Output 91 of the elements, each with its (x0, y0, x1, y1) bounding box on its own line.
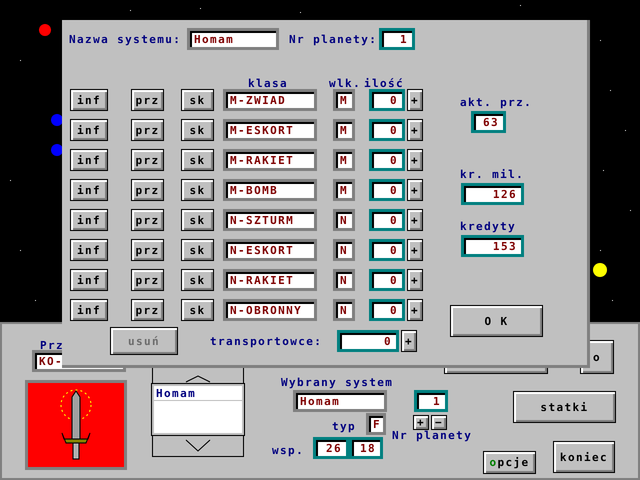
stat-field[interactable]: 63 (471, 111, 506, 133)
plus-button[interactable]: + (401, 330, 417, 352)
label: Nazwa systemu: (69, 34, 182, 44)
value-field[interactable]: Homam (187, 28, 279, 50)
build-button[interactable]: prz (131, 269, 164, 291)
class-field[interactable]: N-SZTURM (223, 209, 317, 231)
value-field[interactable]: Homam (293, 390, 387, 412)
info-button[interactable]: inf (70, 269, 108, 291)
info-button[interactable]: inf (70, 149, 108, 171)
plus-button[interactable]: + (407, 209, 423, 231)
class-field[interactable]: M-ZWIAD (223, 89, 317, 111)
count-field[interactable]: 0 (369, 269, 405, 291)
build-button[interactable]: prz (131, 149, 164, 171)
label: transportowce: (210, 336, 324, 346)
class-field[interactable]: M-ESKORT (223, 119, 317, 141)
build-button[interactable]: prz (131, 89, 164, 111)
plus-button[interactable]: + (407, 89, 423, 111)
sword-emblem-icon (25, 380, 127, 470)
count-field[interactable]: 0 (369, 149, 405, 171)
scroll-down-button[interactable] (152, 435, 244, 457)
count-field[interactable]: 0 (369, 299, 405, 321)
label: wsp. (272, 445, 304, 456)
scrap-button[interactable]: sk (181, 299, 214, 321)
build-button[interactable]: prz (131, 239, 164, 261)
size-field[interactable]: M (333, 179, 355, 201)
label: Nr planety: (289, 34, 378, 44)
minus-button[interactable]: − (431, 415, 447, 430)
value-field[interactable]: 1 (414, 390, 448, 412)
stat-field[interactable]: 153 (461, 235, 524, 257)
size-field[interactable]: M (333, 89, 355, 111)
scrap-button[interactable]: sk (181, 149, 214, 171)
size-field[interactable]: N (333, 299, 355, 321)
info-button[interactable]: inf (70, 209, 108, 231)
build-button[interactable]: prz (131, 179, 164, 201)
plus-button[interactable]: + (413, 415, 429, 430)
size-field[interactable]: N (333, 239, 355, 261)
class-field[interactable]: N-RAKIET (223, 269, 317, 291)
end-button[interactable]: koniec (553, 441, 615, 473)
plus-button[interactable]: + (407, 299, 423, 321)
build-button[interactable]: prz (131, 119, 164, 141)
column-header: klasa (246, 78, 290, 89)
class-field[interactable]: M-BOMB (223, 179, 317, 201)
scrap-button[interactable]: sk (181, 239, 214, 261)
value-field[interactable]: 18 (349, 437, 383, 459)
count-field[interactable]: 0 (369, 119, 405, 141)
info-button[interactable]: inf (70, 239, 108, 261)
label: Nr planety (392, 430, 472, 441)
plus-button[interactable]: + (407, 119, 423, 141)
scrap-button[interactable]: sk (181, 89, 214, 111)
plus-button[interactable]: + (407, 179, 423, 201)
info-button[interactable]: inf (70, 179, 108, 201)
size-field[interactable]: M (333, 119, 355, 141)
scrap-button[interactable]: sk (181, 179, 214, 201)
class-field[interactable]: N-OBRONNY (223, 299, 317, 321)
info-button[interactable]: inf (70, 299, 108, 321)
options-button[interactable]: opcje (483, 451, 536, 474)
build-button[interactable]: prz (131, 299, 164, 321)
value-field[interactable]: F (366, 413, 386, 435)
plus-button[interactable]: + (407, 149, 423, 171)
label: Wybrany system (281, 377, 394, 388)
ok-button[interactable]: O K (450, 305, 543, 337)
column-header: ilość (363, 78, 405, 89)
size-field[interactable]: N (333, 269, 355, 291)
class-field[interactable]: N-ESKORT (223, 239, 317, 261)
plus-button[interactable]: + (407, 269, 423, 291)
count-field[interactable]: 0 (369, 89, 405, 111)
stat-label: kredyty (460, 221, 518, 232)
value-field[interactable]: 1 (379, 28, 415, 50)
count-field[interactable]: 0 (369, 239, 405, 261)
count-field[interactable]: 0 (369, 209, 405, 231)
stat-label: kr. mil. (460, 169, 526, 180)
size-field[interactable]: M (333, 149, 355, 171)
class-field[interactable]: M-RAKIET (223, 149, 317, 171)
info-button[interactable]: inf (70, 89, 108, 111)
build-button[interactable]: prz (131, 209, 164, 231)
scrap-button[interactable]: sk (181, 119, 214, 141)
label: typ (332, 421, 356, 432)
value-field[interactable]: 26 (313, 437, 349, 459)
label: Prz (40, 340, 64, 351)
size-field[interactable]: N (333, 209, 355, 231)
stat-label: akt. prz. (460, 97, 532, 108)
column-header: wlk. (329, 78, 355, 89)
scrap-button[interactable]: sk (181, 269, 214, 291)
stat-field[interactable]: 126 (461, 183, 524, 205)
count-field[interactable]: 0 (369, 179, 405, 201)
scrap-button[interactable]: sk (181, 209, 214, 231)
value-field[interactable]: 0 (337, 330, 399, 352)
ships-button[interactable]: statki (513, 391, 616, 423)
plus-button[interactable]: + (407, 239, 423, 261)
info-button[interactable]: inf (70, 119, 108, 141)
list-item[interactable]: Homam (154, 386, 242, 401)
